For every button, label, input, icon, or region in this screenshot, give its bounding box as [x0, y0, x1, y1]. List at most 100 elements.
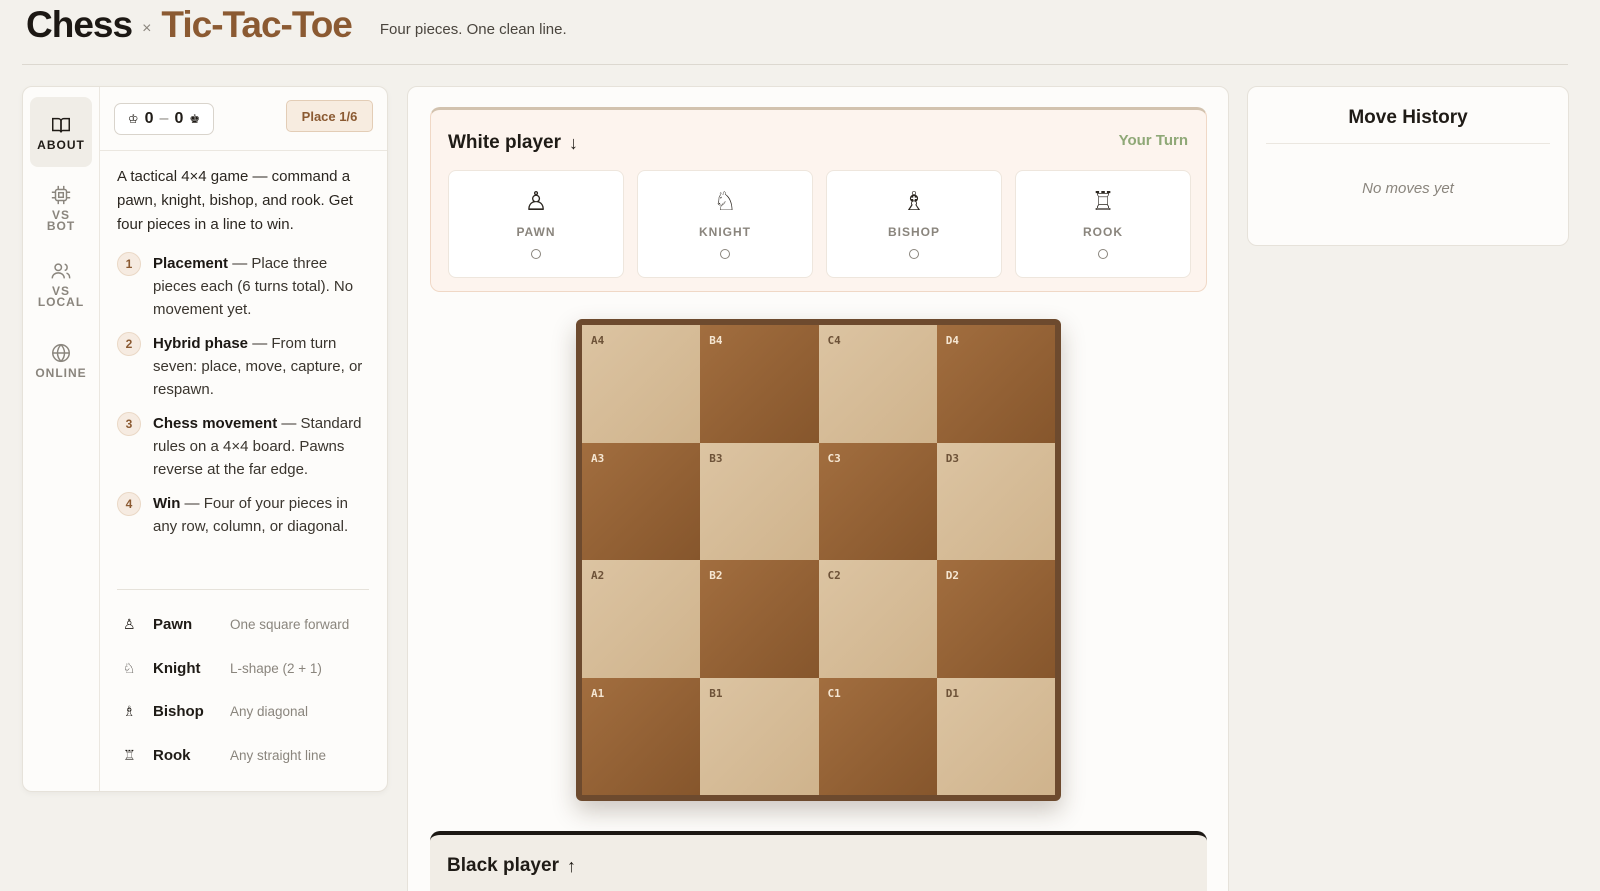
board-square-a2[interactable]: A2	[582, 560, 701, 678]
piece-row-rook: ♖ Rook Any straight line	[117, 734, 373, 778]
white-score: 0	[144, 110, 154, 127]
turn-indicator: Your Turn	[1118, 132, 1188, 149]
square-coordinate: C1	[827, 686, 841, 700]
board-square-d2[interactable]: D2	[936, 560, 1055, 678]
score-display: ♔ 0 – 0 ♚	[114, 103, 214, 135]
board-square-b4[interactable]: B4	[700, 325, 819, 443]
board-square-a3[interactable]: A3	[582, 442, 701, 560]
square-coordinate: C2	[827, 569, 841, 582]
piece-name: Rook	[153, 746, 191, 764]
globe-icon	[52, 343, 70, 362]
slot-rook[interactable]: ♖ ROOK	[1015, 170, 1191, 278]
square-coordinate: D1	[945, 686, 959, 700]
slot-knight[interactable]: ♘ KNIGHT	[637, 170, 813, 278]
game-board: A4 B4 C4 D4 A3 B3 C3 D3 A2 B2 C2 D2 A1 B1 C1 D1	[582, 325, 1055, 795]
availability-dot	[909, 249, 919, 259]
rule-number: 4	[117, 492, 141, 516]
piece-legend: ♙ Pawn One square forward ♘ Knight L-sha…	[117, 603, 373, 777]
black-player-name: Black player	[447, 855, 559, 876]
board-square-b3[interactable]: B3	[700, 442, 819, 560]
mode-rail: ABOUT VS BOT VS LOCAL ONLINE	[23, 87, 100, 791]
slot-label: ROOK	[1083, 225, 1123, 239]
slot-label: BISHOP	[887, 225, 940, 239]
rule-title: Chess movement	[153, 415, 278, 432]
availability-dot	[1098, 249, 1108, 259]
rule-item: 2 Hybrid phase — From turn seven: place,…	[117, 332, 373, 401]
rule-text: Hybrid phase — From turn seven: place, m…	[153, 332, 373, 401]
piece-name: Knight	[153, 659, 201, 677]
pawn-icon: ♙	[123, 616, 136, 633]
score-separator: –	[159, 110, 169, 127]
board-square-b2[interactable]: B2	[700, 560, 819, 678]
rail-item-vs-local[interactable]: VS LOCAL	[30, 249, 92, 319]
about-content: ♔ 0 – 0 ♚ Place 1/6 A tactical 4×4 game …	[100, 87, 387, 791]
rule-title: Win	[153, 495, 181, 512]
game-panel: White player ↓ Your Turn ♙ PAWN ♘ KNIGHT…	[407, 86, 1229, 891]
app-header: Chess × Tic-Tac-Toe Four pieces. One cle…	[26, 0, 567, 50]
square-coordinate: C3	[827, 451, 841, 465]
chip-icon	[51, 185, 71, 205]
white-king-icon: ♔	[127, 112, 139, 126]
rail-item-vs-bot[interactable]: VS BOT	[30, 173, 92, 243]
app-title-chess: Chess	[26, 4, 133, 45]
slot-bishop[interactable]: ♗ BISHOP	[826, 170, 1002, 278]
black-score: 0	[174, 110, 184, 127]
rule-text: Chess movement — Standard rules on a 4×4…	[153, 412, 373, 481]
piece-row-pawn: ♙ Pawn One square forward	[117, 603, 373, 647]
arrow-up-icon: ↑	[566, 855, 576, 876]
board-square-d4[interactable]: D4	[936, 325, 1055, 443]
about-intro: A tactical 4×4 game — command a pawn, kn…	[117, 168, 353, 233]
board-square-d3[interactable]: D3	[936, 442, 1055, 560]
piece-row-knight: ♘ Knight L-shape (2 + 1)	[117, 647, 373, 691]
board-frame: A4 B4 C4 D4 A3 B3 C3 D3 A2 B2 C2 D2 A1 B1 C1 D1	[576, 319, 1061, 801]
board-square-c4[interactable]: C4	[818, 325, 937, 443]
rail-label-vs-bot: VS BOT	[46, 208, 76, 233]
title-separator: ×	[142, 20, 152, 37]
users-icon	[51, 263, 71, 279]
rail-item-about[interactable]: ABOUT	[30, 97, 92, 167]
white-player-card: White player ↓ Your Turn ♙ PAWN ♘ KNIGHT…	[430, 107, 1207, 292]
square-coordinate: A1	[591, 686, 605, 700]
piece-description: One square forward	[230, 617, 350, 633]
tagline: Four pieces. One clean line.	[379, 20, 567, 38]
rule-item: 3 Chess movement — Standard rules on a 4…	[117, 412, 373, 481]
rule-item: 4 Win — Four of your pieces in any row, …	[117, 492, 373, 538]
square-coordinate: D2	[945, 569, 959, 582]
rule-number: 1	[117, 252, 141, 276]
move-history-title: Move History	[1348, 107, 1468, 128]
book-icon	[52, 117, 70, 132]
rail-label-online: ONLINE	[35, 365, 87, 380]
section-divider	[117, 589, 369, 590]
knight-icon: ♘	[123, 659, 136, 676]
piece-name: Pawn	[153, 616, 193, 634]
slot-label: PAWN	[516, 225, 556, 239]
arrow-down-icon: ↓	[568, 132, 578, 153]
board-square-a1[interactable]: A1	[582, 677, 701, 795]
board-square-c1[interactable]: C1	[818, 677, 937, 795]
board-square-c2[interactable]: C2	[818, 560, 937, 678]
square-coordinate: B3	[709, 451, 723, 465]
bishop-icon: ♗	[902, 186, 926, 216]
bishop-icon: ♗	[123, 703, 136, 720]
pawn-icon: ♙	[524, 186, 548, 216]
board-square-a4[interactable]: A4	[582, 325, 701, 443]
rail-item-online[interactable]: ONLINE	[30, 325, 92, 395]
piece-row-bishop: ♗ Bishop Any diagonal	[117, 690, 373, 734]
rule-title: Hybrid phase	[153, 335, 249, 352]
piece-description: L-shape (2 + 1)	[230, 660, 322, 676]
header-divider	[22, 64, 1568, 65]
board-square-d1[interactable]: D1	[936, 677, 1055, 795]
rule-text: Placement — Place three pieces each (6 t…	[153, 252, 373, 321]
piece-name: Bishop	[153, 703, 204, 721]
board-square-b1[interactable]: B1	[700, 677, 819, 795]
rule-item: 1 Placement — Place three pieces each (6…	[117, 252, 373, 321]
move-history-panel: Move History No moves yet	[1247, 86, 1569, 246]
board-square-c3[interactable]: C3	[818, 442, 937, 560]
square-coordinate: B1	[709, 686, 723, 700]
phase-badge: Place 1/6	[286, 100, 373, 132]
slot-pawn[interactable]: ♙ PAWN	[448, 170, 624, 278]
score-bar: ♔ 0 – 0 ♚ Place 1/6	[100, 87, 387, 151]
black-player-header: Black player ↑	[447, 855, 576, 877]
availability-dot	[531, 249, 541, 259]
square-coordinate: B4	[709, 334, 723, 347]
